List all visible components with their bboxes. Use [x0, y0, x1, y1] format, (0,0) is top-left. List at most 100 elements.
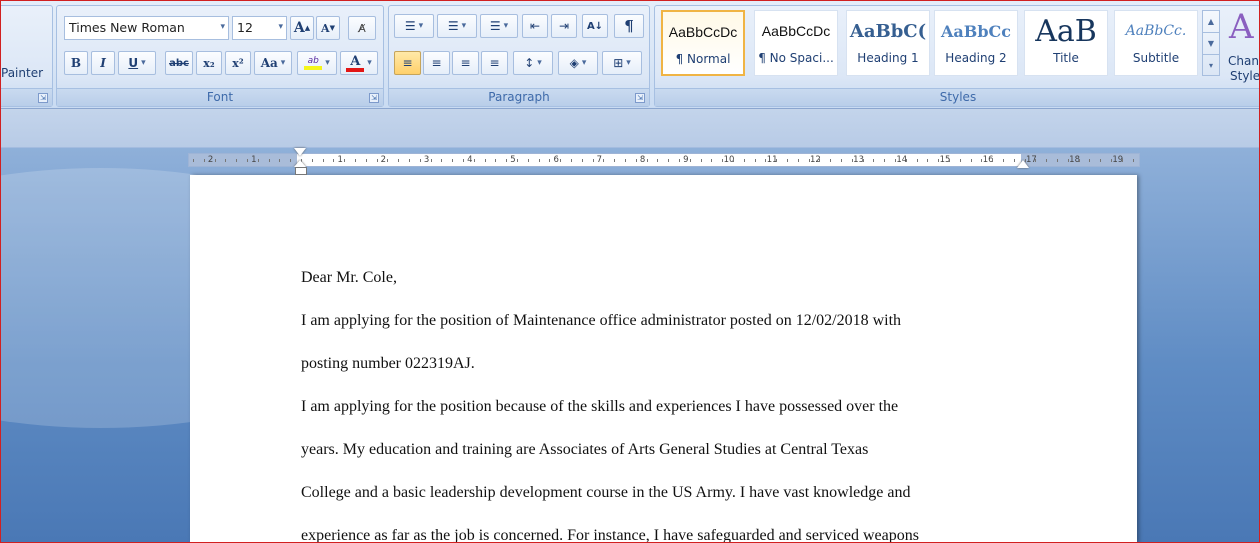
align-right-button[interactable]: ≡ — [452, 51, 479, 75]
clipboard-launcher-icon[interactable]: ⇲ — [38, 93, 48, 103]
align-center-button[interactable]: ≡ — [423, 51, 450, 75]
ruler-tick — [873, 159, 875, 162]
font-launcher-icon[interactable]: ⇲ — [369, 93, 379, 103]
ruler-tick — [1013, 159, 1015, 162]
paragraph[interactable]: Dear Mr. Cole, — [301, 256, 1041, 299]
paragraph-launcher-icon[interactable]: ⇲ — [635, 93, 645, 103]
scroll-up-icon[interactable]: ▲ — [1203, 11, 1219, 33]
ruler-tick — [1078, 159, 1080, 162]
ruler-tick — [625, 159, 626, 162]
style-preview: AaBbCc — [941, 21, 1011, 41]
chevron-down-icon[interactable]: ▾ — [278, 22, 283, 32]
highlight-button[interactable]: ab — [297, 51, 337, 75]
styles-gallery-scroll[interactable]: ▲ ▼ ▾ — [1202, 10, 1220, 76]
shading-button[interactable]: ◈ — [558, 51, 598, 75]
clear-formatting-button[interactable]: A̸ — [348, 16, 376, 40]
style-title[interactable]: AaB Title — [1024, 10, 1108, 76]
show-marks-button[interactable]: ¶ — [614, 14, 644, 38]
paragraph[interactable]: years. My education and training are Ass… — [301, 428, 1041, 471]
multilevel-list-button[interactable]: ☰ — [480, 14, 518, 38]
ribbon-gap — [1, 110, 1259, 148]
ruler-tick — [700, 159, 702, 162]
align-left-button[interactable]: ≡ — [394, 51, 421, 75]
ruler-tick — [419, 159, 421, 162]
line-spacing-button[interactable]: ↕ — [513, 51, 553, 75]
change-case-icon: Aa — [260, 56, 278, 70]
sort-button[interactable]: A↓ — [582, 14, 608, 38]
font-color-button[interactable]: A — [340, 51, 378, 75]
borders-button[interactable]: ⊞ — [602, 51, 642, 75]
ruler-tick — [257, 159, 259, 162]
increase-indent-button[interactable]: ⇥ — [551, 14, 577, 38]
horizontal-ruler[interactable]: 2 1 1 2 3 4 5 6 7 8 9 10 11 12 13 14 15 16 17 18 19 — [188, 153, 1140, 167]
format-painter-label[interactable]: Painter — [1, 66, 43, 80]
shrink-font-icon: A — [321, 21, 330, 35]
paragraph[interactable]: posting number 022319AJ. — [301, 342, 1041, 385]
paragraph[interactable]: experience as far as the job is concerne… — [301, 514, 1041, 543]
font-size-combobox[interactable]: 12 ▾ — [232, 16, 287, 40]
ruler-tick — [916, 159, 918, 162]
shrink-font-button[interactable]: A ▼ — [316, 16, 340, 40]
ruler-tick — [452, 159, 454, 162]
ruler-tick — [484, 159, 486, 162]
style-name: Heading 1 — [857, 51, 919, 65]
superscript-button[interactable]: x² — [225, 51, 251, 75]
chevron-down-icon[interactable]: ▾ — [220, 22, 225, 32]
ruler-tick — [193, 159, 194, 162]
ruler-tick — [473, 159, 475, 162]
ruler-tick — [225, 159, 227, 162]
style-no-spacing[interactable]: AaBbCcDc ¶ No Spaci... — [754, 10, 838, 76]
ruler-tick — [635, 159, 637, 162]
ruler-tick — [841, 159, 842, 162]
ruler-tick — [322, 159, 324, 162]
subscript-button[interactable]: x₂ — [196, 51, 222, 75]
ruler-tick — [646, 159, 648, 162]
ruler-tick — [679, 159, 680, 162]
style-normal[interactable]: AaBbCcDc ¶ Normal — [661, 10, 745, 76]
ruler-tick — [959, 159, 961, 162]
ruler-tick — [657, 159, 659, 162]
justify-button[interactable]: ≡ — [481, 51, 508, 75]
change-styles-label: Style — [1230, 69, 1260, 83]
document-body[interactable]: Dear Mr. Cole, I am applying for the pos… — [301, 256, 1041, 543]
ruler-tick — [787, 159, 788, 162]
ruler-tick — [1089, 159, 1091, 162]
paragraph[interactable]: I am applying for the position of Mainte… — [301, 299, 1041, 342]
underline-button[interactable]: U — [118, 51, 156, 75]
numbering-icon: ☰ — [447, 19, 459, 33]
italic-button[interactable]: I — [91, 51, 115, 75]
bold-button[interactable]: B — [64, 51, 88, 75]
more-styles-icon[interactable]: ▾ — [1203, 55, 1219, 76]
right-indent-marker[interactable] — [1017, 160, 1029, 168]
ruler-tick — [398, 159, 400, 162]
style-heading-2[interactable]: AaBbCc Heading 2 — [934, 10, 1018, 76]
paragraph[interactable]: College and a basic leadership developme… — [301, 471, 1041, 514]
grow-font-button[interactable]: A ▲ — [290, 16, 314, 40]
ruler-tick — [376, 159, 378, 162]
style-name: Title — [1053, 51, 1079, 65]
ruler-tick — [711, 159, 713, 162]
ruler-tick — [614, 159, 616, 162]
bullets-button[interactable]: ☰ — [394, 14, 434, 38]
hanging-indent-marker[interactable] — [294, 160, 307, 175]
decrease-indent-button[interactable]: ⇤ — [522, 14, 548, 38]
ruler-tick — [668, 159, 670, 162]
ruler-tick — [1035, 159, 1037, 162]
ruler-tick — [765, 159, 767, 162]
ruler-tick — [290, 159, 292, 162]
numbering-button[interactable]: ☰ — [437, 14, 477, 38]
style-subtitle[interactable]: AaBbCc. Subtitle — [1114, 10, 1198, 76]
paragraph[interactable]: I am applying for the position because o… — [301, 385, 1041, 428]
ruler-tick — [1132, 159, 1134, 162]
font-name-combobox[interactable]: Times New Roman ▾ — [64, 16, 229, 40]
first-line-indent-marker[interactable] — [294, 148, 306, 156]
change-styles-button[interactable]: A Chan Style — [1225, 9, 1260, 85]
change-case-button[interactable]: Aa — [254, 51, 292, 75]
scroll-down-icon[interactable]: ▼ — [1203, 33, 1219, 55]
align-left-icon: ≡ — [402, 56, 413, 70]
document-page[interactable]: Dear Mr. Cole, I am applying for the pos… — [190, 175, 1137, 543]
style-heading-1[interactable]: AaBbC( Heading 1 — [846, 10, 930, 76]
ruler-tick — [236, 159, 238, 162]
strikethrough-button[interactable]: abc — [165, 51, 193, 75]
clipboard-group: Painter ⇲ — [0, 5, 53, 107]
